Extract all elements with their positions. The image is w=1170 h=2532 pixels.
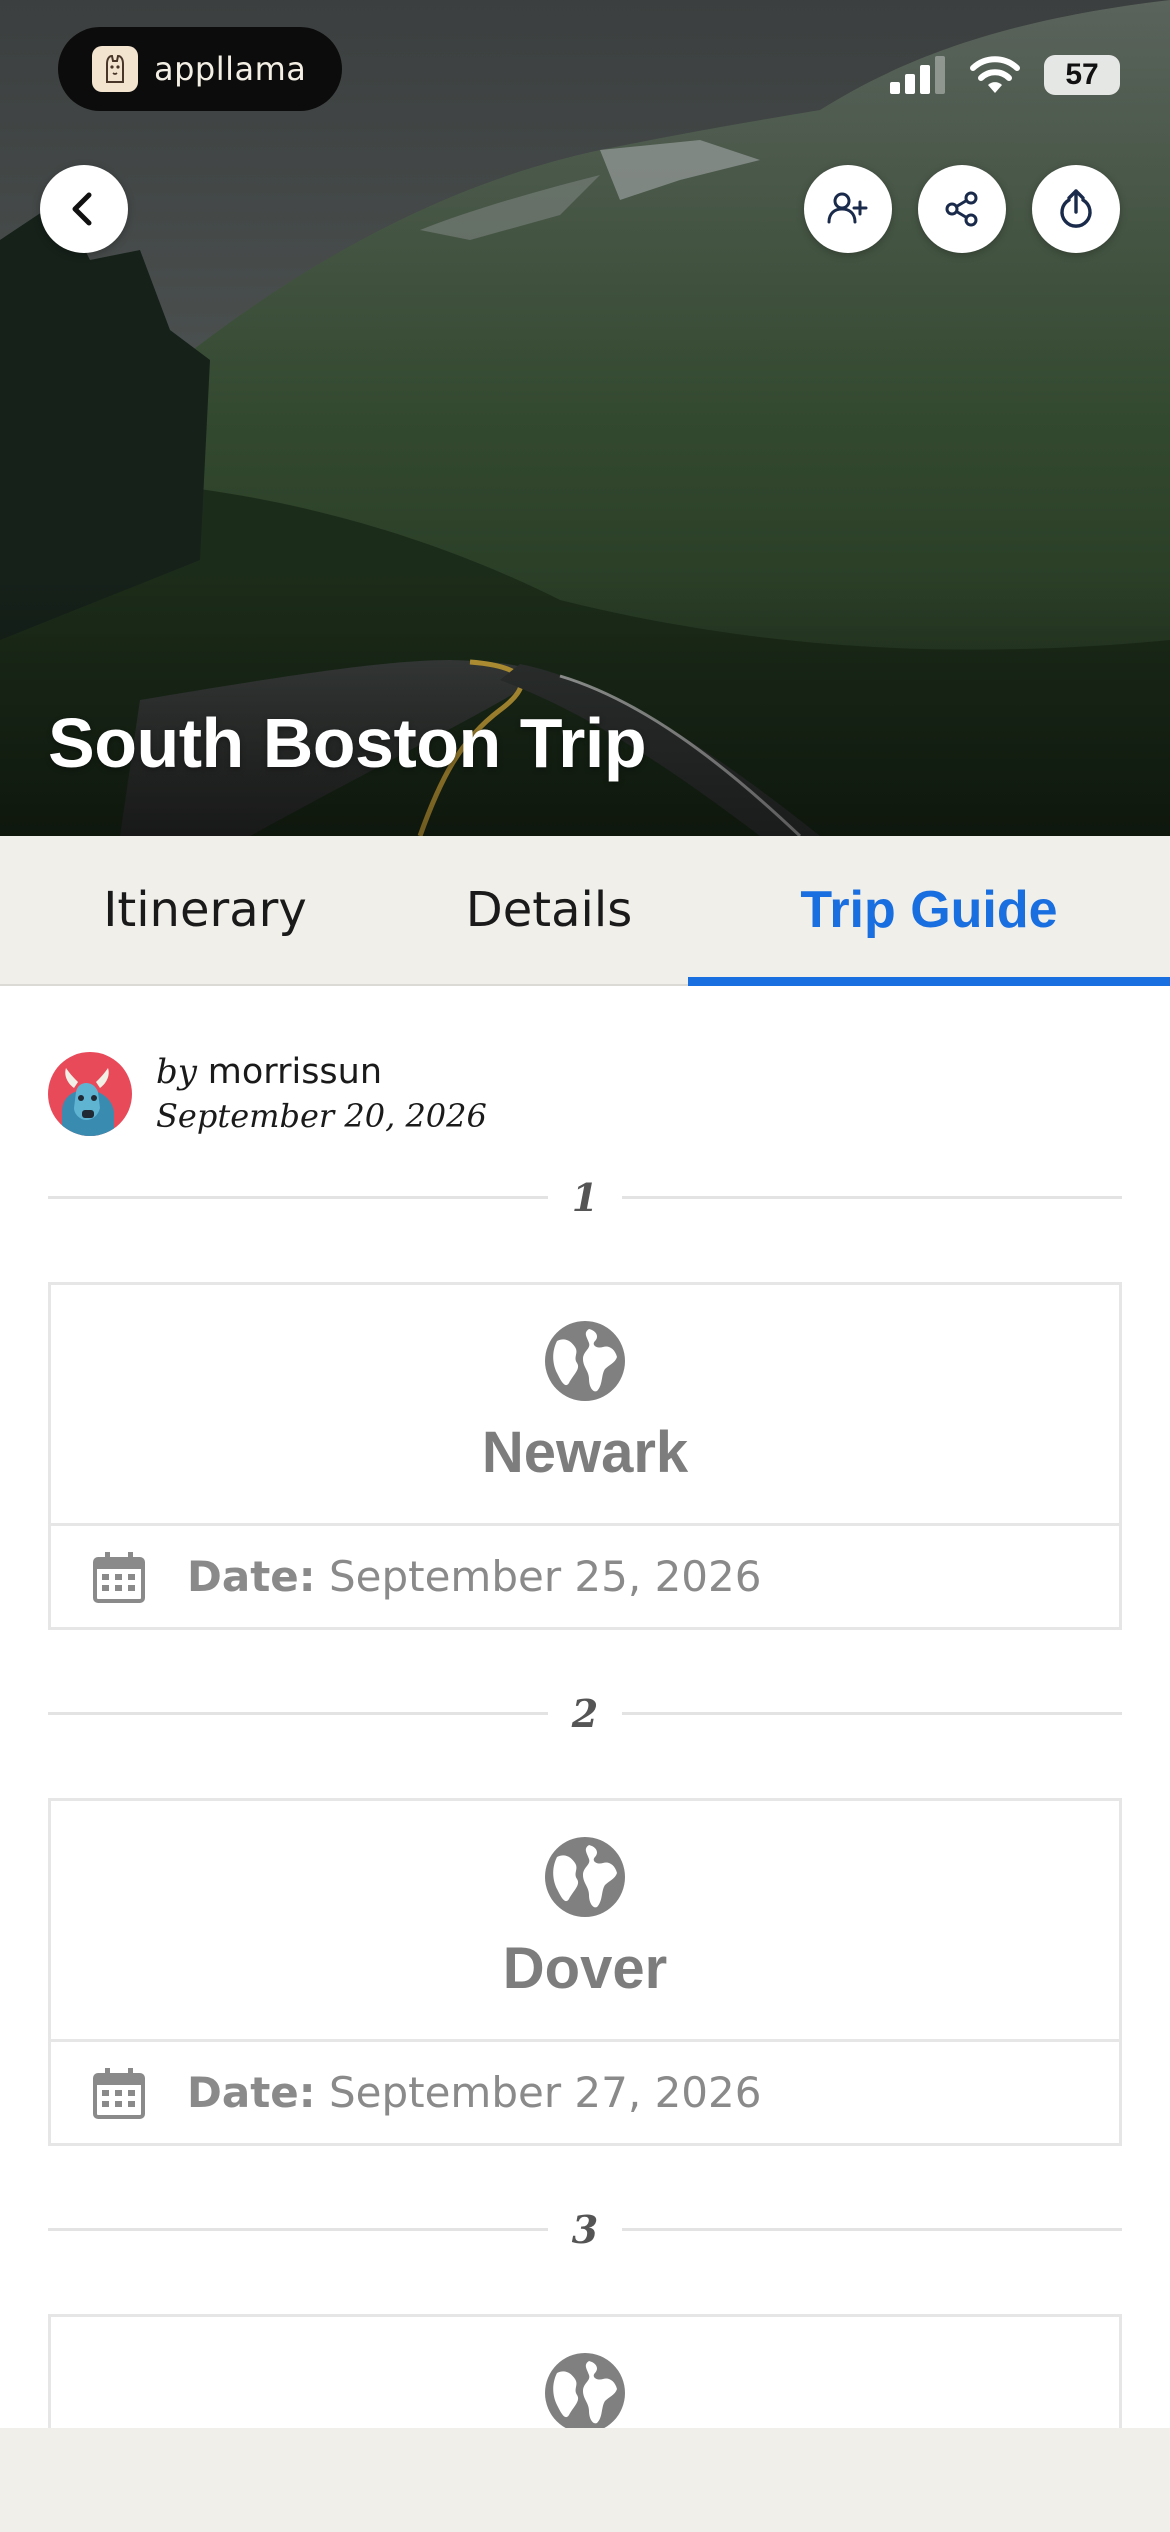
signal-icon [890, 56, 945, 94]
battery-icon: 57 [1044, 55, 1120, 95]
date-label: Date: [187, 1552, 316, 1601]
stop-date-row: Date: September 27, 2026 [51, 2039, 1119, 2143]
tab-bar: Itinerary Details Trip Guide [0, 836, 1170, 986]
globe-icon [545, 1837, 625, 1917]
share-icon [945, 191, 978, 227]
stop-number: 3 [571, 2206, 599, 2252]
battery-level: 57 [1065, 58, 1099, 91]
author-date: September 20, 2026 [156, 1097, 487, 1135]
add-person-icon [827, 192, 868, 224]
llama-logo-icon [92, 46, 138, 92]
stop-city: Dover [502, 1936, 668, 2001]
author-block: by morrissun September 20, 2026 [48, 1050, 487, 1138]
trip-title: South Boston Trip [48, 704, 647, 782]
brand-badge: appllama [58, 27, 342, 111]
tab-trip-guide[interactable]: Trip Guide [688, 836, 1170, 986]
stop-number: 1 [571, 1174, 599, 1220]
stop-divider: 1 [48, 1172, 1122, 1222]
export-icon [1060, 189, 1092, 228]
globe-icon [545, 2353, 625, 2433]
bottom-bar [0, 2428, 1170, 2532]
author-by-label: by [156, 1052, 197, 1092]
stop-card[interactable]: Newark Date: September 25, 2026 [48, 1282, 1122, 1630]
stop-number: 2 [571, 1690, 599, 1736]
date-label: Date: [187, 2068, 316, 2117]
status-bar: 57 [890, 52, 1120, 98]
trip-guide-screen: appllama 57 South Boston Trip Itinerary … [0, 0, 1170, 2532]
tab-details[interactable]: Details [410, 836, 688, 984]
stop-date: September 25, 2026 [328, 1552, 762, 1601]
stop-city: Newark [481, 1420, 689, 1485]
add-traveler-button[interactable] [804, 165, 892, 253]
back-icon [72, 192, 92, 226]
calendar-icon [93, 1551, 145, 1603]
export-button[interactable] [1032, 165, 1120, 253]
brand-name: appllama [154, 50, 307, 88]
hero-banner: appllama 57 South Boston Trip [0, 0, 1170, 836]
stop-date-row: Date: September 25, 2026 [51, 1523, 1119, 1627]
avatar[interactable] [48, 1052, 132, 1136]
back-button[interactable] [40, 165, 128, 253]
stop-card[interactable]: Dover Date: September 27, 2026 [48, 1798, 1122, 2146]
tab-itinerary[interactable]: Itinerary [0, 836, 410, 984]
wifi-icon [970, 56, 1020, 93]
stop-divider: 2 [48, 1688, 1122, 1738]
share-button[interactable] [918, 165, 1006, 253]
stop-card[interactable] [48, 2314, 1122, 2434]
stop-date: September 27, 2026 [328, 2068, 762, 2117]
calendar-icon [93, 2067, 145, 2119]
globe-icon [545, 1321, 625, 1401]
stop-divider: 3 [48, 2204, 1122, 2254]
author-username[interactable]: morrissun [208, 1052, 382, 1092]
